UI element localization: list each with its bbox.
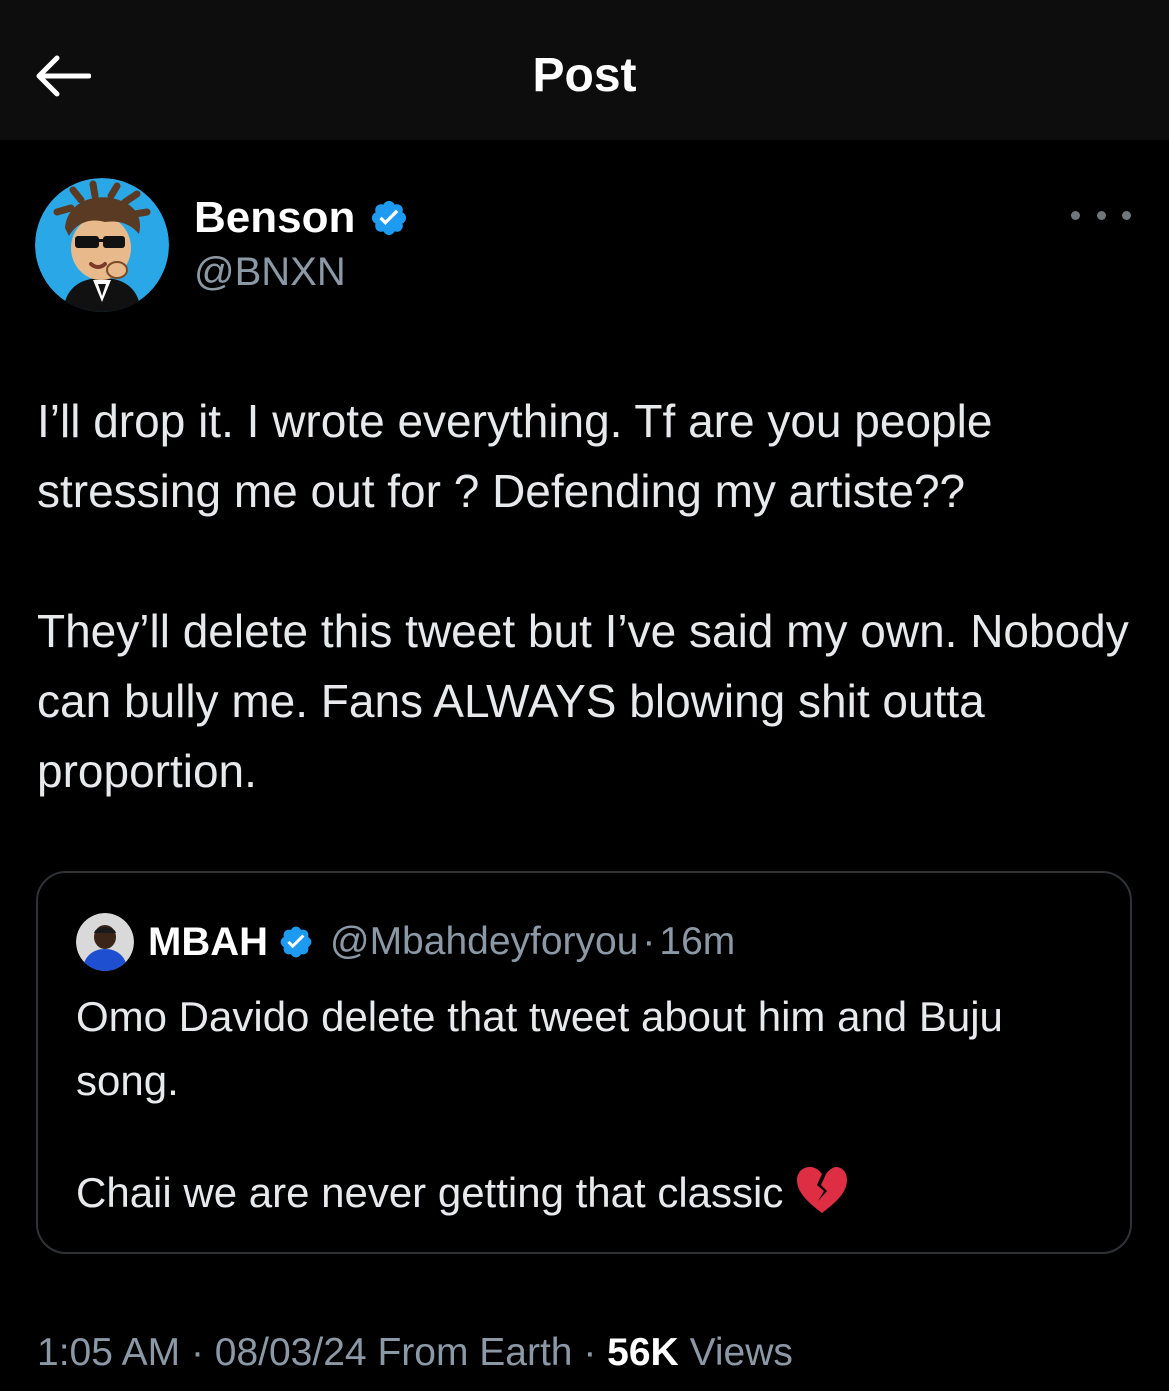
post-text: I’ll drop it. I wrote everything. Tf are… bbox=[37, 386, 1137, 806]
quoted-author-name: MBAH bbox=[148, 919, 268, 964]
dot-icon bbox=[1096, 210, 1106, 220]
post-paragraph: I’ll drop it. I wrote everything. Tf are… bbox=[37, 395, 993, 517]
post-date[interactable]: 08/03/24 bbox=[215, 1331, 367, 1374]
more-options-button[interactable] bbox=[1071, 200, 1131, 230]
quoted-post-header: MBAH @Mbahdeyforyou · 16m bbox=[76, 911, 735, 973]
quoted-timestamp: 16m bbox=[659, 920, 736, 963]
author-name[interactable]: Benson bbox=[194, 193, 355, 243]
broken-heart-icon bbox=[797, 1167, 848, 1213]
quoted-post[interactable]: MBAH @Mbahdeyforyou · 16m Omo Davido del… bbox=[36, 871, 1132, 1254]
author-handle[interactable]: @BNXN bbox=[194, 248, 409, 296]
quoted-paragraph: Omo Davido delete that tweet about him a… bbox=[76, 993, 1003, 1104]
post-meta: 1:05 AM · 08/03/24 From Earth · 56K View… bbox=[37, 1326, 793, 1380]
author-avatar[interactable] bbox=[35, 178, 169, 312]
views-count[interactable]: 56K bbox=[607, 1331, 679, 1374]
post-paragraph: They’ll delete this tweet but I’ve said … bbox=[37, 605, 1129, 797]
post-source: From Earth bbox=[377, 1331, 573, 1374]
dot-icon bbox=[1122, 210, 1131, 220]
quoted-paragraph-line: Chaii we are never getting that classic bbox=[76, 1161, 1106, 1225]
post-time[interactable]: 1:05 AM bbox=[37, 1331, 180, 1374]
top-bar: Post bbox=[0, 0, 1169, 140]
quoted-author-avatar[interactable] bbox=[76, 913, 134, 971]
page-title: Post bbox=[532, 49, 637, 102]
quoted-separator: · bbox=[642, 920, 656, 963]
quoted-paragraph: Chaii we are never getting that classic bbox=[76, 1169, 784, 1216]
verified-badge-icon bbox=[372, 200, 407, 236]
quoted-post-text: Omo Davido delete that tweet about him a… bbox=[76, 985, 1106, 1225]
quoted-author-handle: @Mbahdeyforyou bbox=[329, 920, 639, 963]
meta-separator: · bbox=[190, 1331, 204, 1374]
dot-icon bbox=[1071, 210, 1080, 220]
verified-badge-icon bbox=[280, 926, 312, 958]
meta-separator: · bbox=[583, 1331, 597, 1374]
author-info: Benson @BNXN bbox=[194, 190, 409, 296]
views-label[interactable]: Views bbox=[690, 1331, 793, 1374]
